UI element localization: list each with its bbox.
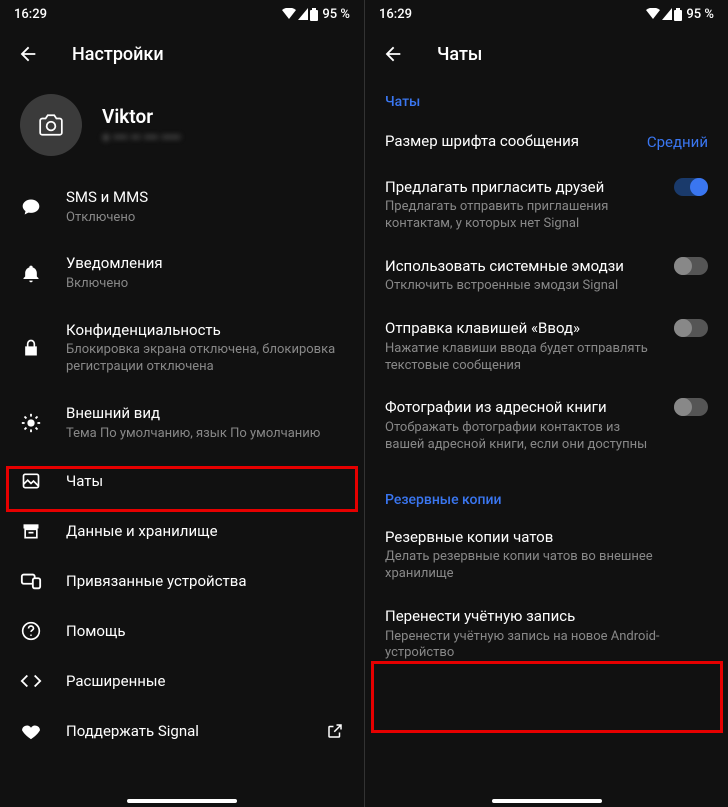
toggle-switch[interactable] xyxy=(674,319,708,337)
row-title: Конфиденциальность xyxy=(66,321,344,341)
appearance-row[interactable]: Внешний вид Тема По умолчанию, язык По у… xyxy=(0,390,364,456)
row-title: Резервные копии чатов xyxy=(385,528,700,548)
signal-icon xyxy=(662,8,672,20)
donate-row[interactable]: Поддержать Signal xyxy=(0,706,364,756)
back-button[interactable] xyxy=(373,34,413,74)
wifi-icon xyxy=(282,8,296,20)
status-bar: 16:29 95 % xyxy=(0,0,364,28)
row-title: Отправка клавишей «Ввод» xyxy=(385,319,650,339)
nav-bar[interactable] xyxy=(492,799,602,803)
row-sub: Отключить встроенные эмодзи Signal xyxy=(385,278,650,295)
avatar xyxy=(20,94,82,156)
chat-backups-row[interactable]: Резервные копии чатов Делать резервные к… xyxy=(365,516,728,595)
row-sub: Делать резервные копии чатов во внешнее … xyxy=(385,549,700,583)
row-title: Перенести учётную запись xyxy=(385,607,700,627)
row-title: Использовать системные эмодзи xyxy=(385,257,650,277)
row-sub: Отображать фотографии контактов из вашей… xyxy=(385,420,650,454)
chats-row[interactable]: Чаты xyxy=(0,456,364,506)
profile-row[interactable]: Viktor + ••• •• ••• •••• xyxy=(0,80,364,174)
wifi-icon xyxy=(646,8,660,20)
row-title: Данные и хранилище xyxy=(66,522,344,542)
devices-icon xyxy=(20,570,42,592)
enter-send-row[interactable]: Отправка клавишей «Ввод» Нажатие клавиши… xyxy=(365,307,728,386)
row-sub: Нажатие клавиши ввода будет отправлять т… xyxy=(385,341,650,375)
battery-icon xyxy=(310,8,318,21)
row-title: SMS и MMS xyxy=(66,188,344,208)
header: Чаты xyxy=(365,28,728,80)
toggle-switch[interactable] xyxy=(674,398,708,416)
toggle-switch[interactable] xyxy=(674,178,708,196)
transfer-account-row[interactable]: Перенести учётную запись Перенести учётн… xyxy=(365,595,728,674)
row-sub: Отключено xyxy=(66,210,344,227)
row-title: Размер шрифта сообщения xyxy=(385,132,579,152)
status-right: 95 % xyxy=(282,7,350,22)
battery-percent: 95 % xyxy=(322,7,350,22)
profile-name: Viktor xyxy=(102,105,181,128)
battery-icon xyxy=(674,8,682,21)
advanced-row[interactable]: Расширенные xyxy=(0,656,364,706)
row-title: Уведомления xyxy=(66,254,344,274)
sms-mms-row[interactable]: SMS и MMS Отключено xyxy=(0,174,364,240)
status-time: 16:29 xyxy=(379,7,412,22)
profile-phone: + ••• •• ••• •••• xyxy=(102,130,181,146)
camera-icon xyxy=(38,114,64,136)
header: Настройки xyxy=(0,28,364,80)
battery-percent: 95 % xyxy=(686,7,714,22)
external-link-icon xyxy=(326,722,344,740)
settings-content: Viktor + ••• •• ••• •••• SMS и MMS Отклю… xyxy=(0,80,364,807)
code-icon xyxy=(20,670,42,692)
chats-content: Чаты Размер шрифта сообщения Средний Пре… xyxy=(365,80,728,807)
privacy-row[interactable]: Конфиденциальность Блокировка экрана отк… xyxy=(0,307,364,390)
system-emoji-row[interactable]: Использовать системные эмодзи Отключить … xyxy=(365,245,728,307)
bell-icon xyxy=(20,263,42,285)
page-title: Настройки xyxy=(72,44,164,65)
chat-bubble-icon xyxy=(20,196,42,218)
toggle-switch[interactable] xyxy=(674,257,708,275)
row-value: Средний xyxy=(647,133,708,151)
heart-icon xyxy=(20,720,42,742)
help-row[interactable]: Помощь xyxy=(0,606,364,656)
row-sub: Предлагать отправить приглашения контакт… xyxy=(385,199,650,233)
archive-icon xyxy=(20,520,42,542)
chats-settings-screen: 16:29 95 % Чаты Чаты Размер шрифта сообщ… xyxy=(364,0,728,807)
arrow-left-icon xyxy=(382,43,404,65)
section-chats: Чаты xyxy=(365,80,728,118)
nav-bar[interactable] xyxy=(127,799,237,803)
linked-devices-row[interactable]: Привязанные устройства xyxy=(0,556,364,606)
row-sub: Включено xyxy=(66,276,344,293)
row-title: Чаты xyxy=(66,472,344,492)
contact-photos-row[interactable]: Фотографии из адресной книги Отображать … xyxy=(365,386,728,465)
font-size-row[interactable]: Размер шрифта сообщения Средний xyxy=(365,118,728,166)
row-title: Предлагать пригласить друзей xyxy=(385,178,650,198)
sun-icon xyxy=(20,412,42,434)
lock-icon xyxy=(20,337,42,359)
status-right: 95 % xyxy=(646,7,714,22)
settings-screen: 16:29 95 % Настройки Viktor + ••• •• •••… xyxy=(0,0,364,807)
signal-icon xyxy=(298,8,308,20)
notifications-row[interactable]: Уведомления Включено xyxy=(0,240,364,306)
row-sub: Блокировка экрана отключена, блокировка … xyxy=(66,342,344,376)
row-title: Фотографии из адресной книги xyxy=(385,398,650,418)
page-title: Чаты xyxy=(437,44,482,65)
row-title: Привязанные устройства xyxy=(66,572,344,592)
row-title: Помощь xyxy=(66,622,344,642)
help-icon xyxy=(20,620,42,642)
row-sub: Тема По умолчанию, язык По умолчанию xyxy=(66,426,344,443)
row-title: Расширенные xyxy=(66,672,344,692)
status-time: 16:29 xyxy=(14,7,47,22)
invite-friends-row[interactable]: Предлагать пригласить друзей Предлагать … xyxy=(365,166,728,245)
status-bar: 16:29 95 % xyxy=(365,0,728,28)
row-sub: Перенести учётную запись на новое Androi… xyxy=(385,629,700,663)
back-button[interactable] xyxy=(8,34,48,74)
row-title: Поддержать Signal xyxy=(66,722,302,742)
storage-row[interactable]: Данные и хранилище xyxy=(0,506,364,556)
arrow-left-icon xyxy=(17,43,39,65)
section-backups: Резервные копии xyxy=(365,466,728,516)
row-title: Внешний вид xyxy=(66,404,344,424)
image-icon xyxy=(20,470,42,492)
